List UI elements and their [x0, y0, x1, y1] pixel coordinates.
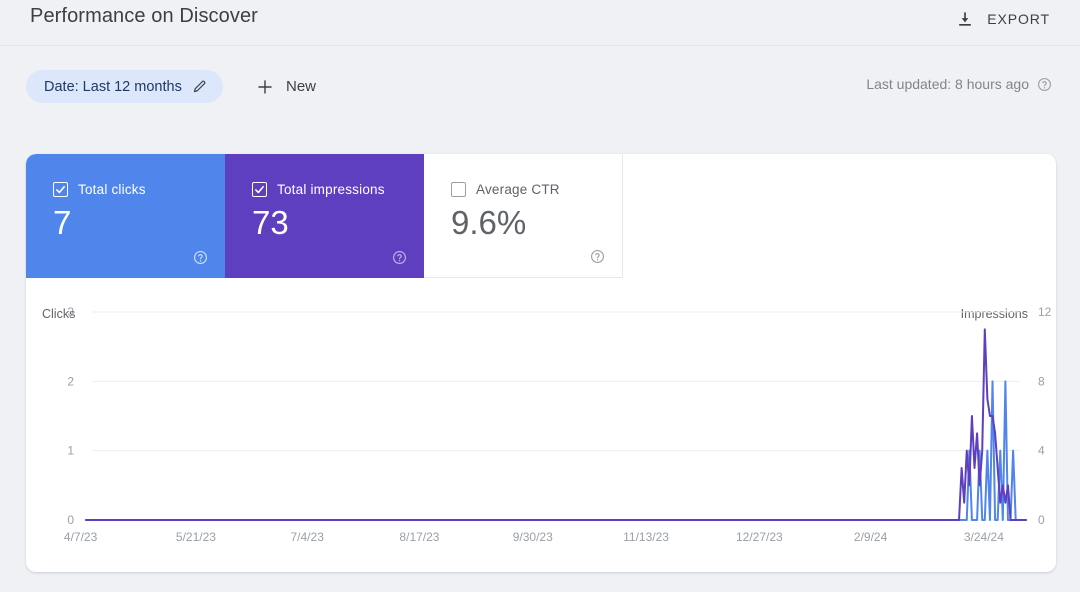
metric-cards: Total clicks 7 Total impressions 73 Aver…: [26, 154, 623, 278]
metric-value: 9.6%: [451, 204, 527, 241]
x-axis-tick-label: 7/4/23: [290, 530, 324, 544]
last-updated-label: Last updated: 8 hours ago: [866, 76, 1029, 92]
performance-panel: Total clicks 7 Total impressions 73 Aver…: [26, 154, 1056, 572]
x-axis-labels: 4/7/23 5/21/23 7/4/23 8/17/23 9/30/23 11/13/2…: [26, 530, 1056, 554]
x-axis-tick-label: 5/21/23: [175, 530, 216, 544]
svg-text:12: 12: [1038, 305, 1052, 319]
svg-text:0: 0: [1038, 513, 1045, 527]
checkbox-checked-icon[interactable]: [252, 182, 267, 197]
svg-text:2: 2: [67, 374, 74, 388]
metric-label: Total clicks: [78, 182, 146, 197]
question-mark-icon[interactable]: [392, 250, 407, 265]
metric-label: Average CTR: [476, 182, 560, 197]
date-filter-label: Date: Last 12 months: [44, 78, 182, 95]
new-filter-button[interactable]: New: [250, 70, 322, 103]
x-axis-tick-label: 2/9/24: [853, 530, 888, 544]
svg-text:1: 1: [67, 444, 74, 458]
new-filter-label: New: [286, 78, 317, 95]
question-mark-icon[interactable]: [193, 250, 208, 265]
metric-card-total-clicks[interactable]: Total clicks 7: [26, 154, 225, 278]
metric-card-total-impressions[interactable]: Total impressions 73: [225, 154, 424, 278]
metric-card-average-ctr[interactable]: Average CTR 9.6%: [424, 154, 623, 278]
chart-plot-area: 0 0 1 4 2 8 3 12: [67, 305, 1052, 527]
export-label: EXPORT: [987, 11, 1050, 27]
svg-text:4: 4: [1038, 444, 1045, 458]
performance-chart: Clicks Impressions 0 0 1 4 2 8 3 12 4/7/23 5/21/…: [26, 278, 1056, 572]
svg-text:3: 3: [67, 305, 74, 319]
plus-icon: [256, 78, 274, 96]
pencil-icon[interactable]: [192, 79, 207, 94]
download-icon: [955, 9, 975, 29]
checkbox-unchecked-icon[interactable]: [451, 182, 466, 197]
last-updated: Last updated: 8 hours ago: [866, 76, 1052, 92]
metric-card-header: Total clicks: [53, 182, 225, 197]
page-title: Performance on Discover: [30, 5, 258, 27]
x-axis-tick-label: 3/24/24: [963, 530, 1004, 544]
x-axis-tick-label: 11/13/23: [623, 530, 669, 544]
x-axis-tick-label: 8/17/23: [399, 530, 440, 544]
filter-bar: Date: Last 12 months New Last updated: 8…: [0, 46, 1080, 124]
date-filter-chip[interactable]: Date: Last 12 months: [26, 70, 223, 103]
x-axis-tick-label: 4/7/23: [63, 530, 98, 544]
metric-value: 73: [252, 204, 289, 241]
svg-text:8: 8: [1038, 374, 1045, 388]
x-axis-tick-label: 12/27/23: [736, 530, 783, 544]
checkbox-checked-icon[interactable]: [53, 182, 68, 197]
metric-value: 7: [53, 204, 72, 241]
metric-label: Total impressions: [277, 182, 385, 197]
export-button[interactable]: EXPORT: [949, 5, 1056, 33]
metric-card-header: Average CTR: [451, 182, 622, 197]
metric-card-header: Total impressions: [252, 182, 424, 197]
question-mark-icon[interactable]: [1037, 77, 1052, 92]
svg-text:0: 0: [67, 513, 74, 527]
x-axis-tick-label: 9/30/23: [512, 530, 553, 544]
question-mark-icon[interactable]: [590, 249, 605, 264]
